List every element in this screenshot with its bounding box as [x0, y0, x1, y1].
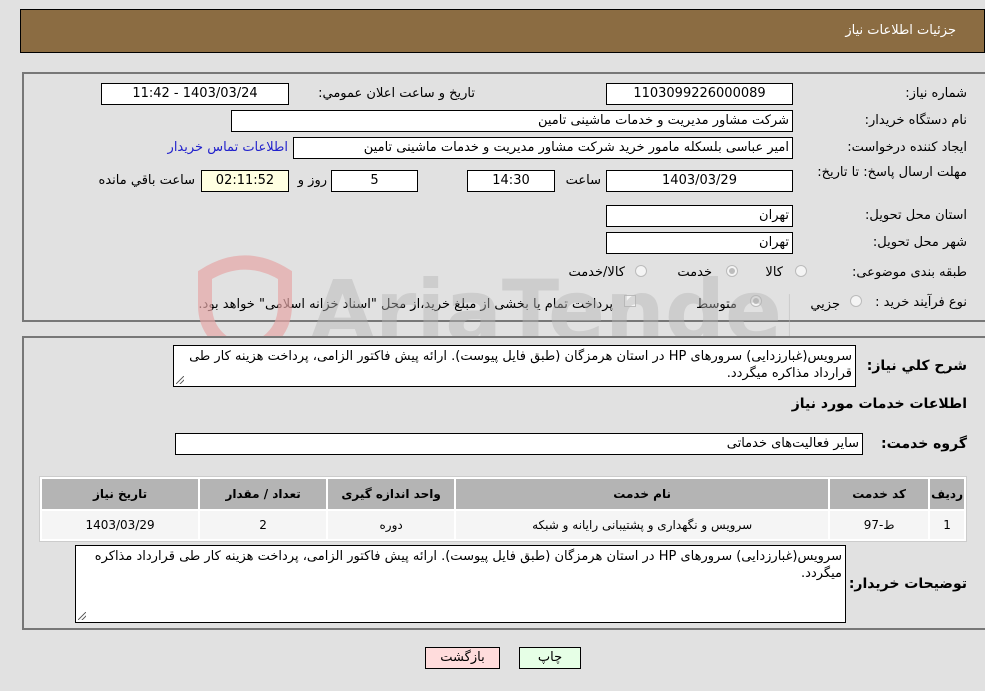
description-textarea[interactable]: سرویس(غبارزدایی) سرورهای HP در استان هرم… [173, 345, 856, 387]
deadline-time-label: ساعت [565, 173, 601, 188]
col-unit: واحد اندازه گيری [328, 479, 455, 509]
page-title: جزئیات اطلاعات نیاز [845, 23, 956, 38]
city-field: تهران [606, 232, 793, 254]
col-service-code: کد خدمت [830, 479, 929, 509]
col-row-number: رديف [930, 479, 964, 509]
need-number-label: شماره نیاز: [905, 86, 967, 101]
service-group-label: گروه خدمت: [881, 436, 967, 452]
category-goods-service-label: کالا/خدمت [568, 265, 625, 280]
buyer-org-field: شرکت مشاور مدیریت و خدمات ماشینی تامین [231, 110, 793, 132]
resize-grip-icon[interactable] [176, 376, 184, 384]
creator-field: امیر عباسی بلسکله مامور خرید شرکت مشاور … [293, 137, 793, 159]
process-radio-minor[interactable] [850, 295, 862, 307]
process-radio-medium[interactable] [750, 295, 762, 307]
announce-datetime-field: 1403/03/24 - 11:42 [101, 83, 289, 105]
buyer-notes-label: توضيحات خريدار: [848, 576, 967, 592]
category-label: طبقه بندی موضوعی: [851, 265, 967, 280]
city-label: شهر محل تحویل: [872, 235, 967, 250]
process-minor-label: جزيي [810, 297, 840, 312]
col-service-name: نام خدمت [456, 479, 829, 509]
deadline-label: مهلت ارسال پاسخ: تا تاریخ: [817, 165, 967, 180]
province-field: تهران [606, 205, 793, 227]
need-number-field: 1103099226000089 [606, 83, 793, 105]
table-row: 1 ط-97 سرویس و نگهداری و پشتیبانی رایانه… [42, 511, 964, 539]
services-table: رديف کد خدمت نام خدمت واحد اندازه گيری ت… [39, 476, 967, 542]
deadline-date-field: 1403/03/29 [606, 170, 793, 192]
cell-row-number: 1 [930, 511, 964, 539]
category-radio-goods-service[interactable] [635, 265, 647, 277]
creator-label: ایجاد کننده درخواست: [847, 140, 967, 155]
buyer-org-label: نام دستگاه خريدار: [864, 113, 967, 128]
print-button[interactable]: چاپ [519, 647, 581, 669]
days-remaining-field: 5 [331, 170, 418, 192]
process-medium-label: متوسط [696, 297, 737, 312]
services-heading: اطلاعات خدمات مورد نياز [791, 396, 967, 412]
buyer-notes-textarea[interactable]: سرویس(غبارزدایی) سرورهای HP در استان هرم… [75, 545, 846, 623]
deadline-time-field: 14:30 [467, 170, 555, 192]
description-text: سرویس(غبارزدایی) سرورهای HP در استان هرم… [189, 349, 852, 381]
buyer-notes-text: سرویس(غبارزدایی) سرورهای HP در استان هرم… [94, 549, 842, 581]
category-goods-label: کالا [765, 265, 783, 280]
treasury-checkbox[interactable] [624, 295, 636, 307]
back-button[interactable]: بازگشت [425, 647, 500, 669]
category-radio-service[interactable] [726, 265, 738, 277]
buyer-contact-link[interactable]: اطلاعات تماس خریدار [168, 140, 288, 155]
service-group-field: سایر فعالیت‌های خدماتی [175, 433, 863, 455]
cell-service-code: ط-97 [830, 511, 929, 539]
services-table-wrapper: رديف کد خدمت نام خدمت واحد اندازه گيری ت… [39, 476, 967, 542]
resize-grip-icon[interactable] [78, 612, 86, 620]
description-label: شرح کلي نياز: [866, 358, 967, 374]
cell-unit: دوره [328, 511, 455, 539]
cell-need-date: 1403/03/29 [42, 511, 199, 539]
process-type-label: نوع فرآیند خرید : [875, 295, 967, 310]
cell-service-name: سرویس و نگهداری و پشتیبانی رایانه و شبکه [456, 511, 829, 539]
time-remaining-field: 02:11:52 [201, 170, 289, 192]
time-remaining-label: ساعت باقي مانده [98, 173, 195, 188]
col-quantity: تعداد / مقدار [200, 479, 327, 509]
category-radio-goods[interactable] [795, 265, 807, 277]
province-label: استان محل تحویل: [865, 208, 967, 223]
announce-label: تاریخ و ساعت اعلان عمومي: [318, 86, 475, 101]
treasury-note: پرداخت تمام یا بخشی از مبلغ خرید،از محل … [198, 297, 613, 312]
cell-quantity: 2 [200, 511, 327, 539]
col-need-date: تاريخ نياز [42, 479, 199, 509]
table-header-row: رديف کد خدمت نام خدمت واحد اندازه گيری ت… [42, 479, 964, 509]
category-service-label: خدمت [677, 265, 712, 280]
page-header: جزئیات اطلاعات نیاز [20, 9, 985, 53]
days-label: روز و [297, 173, 327, 188]
